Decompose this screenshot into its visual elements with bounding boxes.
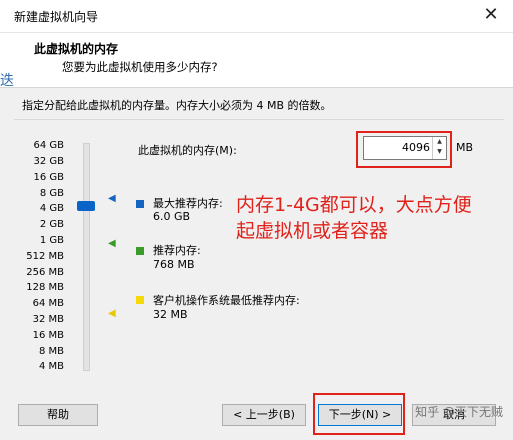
window-title: 新建虚拟机向导: [14, 10, 99, 24]
scale-tick: 32 GB: [33, 156, 64, 167]
scale-tick: 64 MB: [32, 298, 64, 309]
recommended-swatch: [136, 247, 144, 255]
back-button[interactable]: < 上一步(B): [222, 404, 306, 426]
scale-tick: 1 GB: [39, 235, 64, 246]
memory-slider-track[interactable]: [83, 143, 90, 371]
background-window-fragment: 迭: [0, 73, 14, 89]
min-recommended-swatch: [136, 296, 144, 304]
highlight-box: [356, 131, 452, 168]
max-recommended-label: 最大推荐内存:: [153, 197, 223, 210]
instruction-text: 指定分配给此虚拟机的内存量。内存大小必须为 4 MB 的倍数。: [22, 99, 332, 112]
wizard-content: 指定分配给此虚拟机的内存量。内存大小必须为 4 MB 的倍数。 64 GB 32…: [0, 88, 513, 390]
min-recommended-value: 32 MB: [153, 308, 188, 321]
wizard-header: 此虚拟机的内存 您要为此虚拟机使用多少内存?: [0, 33, 513, 88]
scale-tick: 8 GB: [39, 188, 64, 199]
page-subtitle: 您要为此虚拟机使用多少内存?: [62, 60, 218, 74]
page-title: 此虚拟机的内存: [34, 42, 119, 56]
max-recommended-swatch: [136, 200, 144, 208]
annotation-line: 起虚拟机或者容器: [236, 220, 389, 242]
memory-unit: MB: [456, 141, 474, 154]
help-button[interactable]: 帮助: [18, 404, 98, 426]
scale-tick: 64 GB: [33, 140, 64, 151]
scale-tick: 16 MB: [32, 330, 64, 341]
scale-tick: 4 MB: [38, 361, 64, 372]
recommended-label: 推荐内存:: [153, 244, 201, 257]
scale-tick: 4 GB: [39, 203, 64, 214]
recommended-value: 768 MB: [153, 258, 195, 271]
scale-tick: 256 MB: [26, 267, 64, 278]
highlight-box: [313, 393, 405, 435]
title-bar: 新建虚拟机向导 ✕: [0, 0, 513, 33]
divider: [14, 119, 504, 120]
annotation-text: 内存1-4G都可以，大点方便 起虚拟机或者容器: [236, 192, 506, 244]
max-recommended-value: 6.0 GB: [153, 210, 191, 223]
min-recommended-label: 客户机操作系统最低推荐内存:: [153, 294, 300, 307]
close-icon[interactable]: ✕: [469, 0, 513, 32]
scale-tick: 128 MB: [26, 282, 64, 293]
scale-tick: 8 MB: [38, 346, 64, 357]
annotation-line: 内存1-4G都可以，大点方便: [236, 194, 472, 216]
max-recommended-marker-icon: ◀: [108, 193, 116, 204]
scale-tick: 32 MB: [32, 314, 64, 325]
memory-label: 此虚拟机的内存(M):: [138, 144, 237, 157]
scale-tick: 16 GB: [33, 172, 64, 183]
min-recommended-marker-icon: ◀: [108, 308, 116, 319]
watermark: 知乎 @天下无贼: [415, 405, 503, 419]
scale-tick: 512 MB: [26, 251, 64, 262]
scale-tick: 2 GB: [39, 219, 64, 230]
memory-slider-thumb[interactable]: [77, 201, 95, 211]
recommended-marker-icon: ◀: [108, 238, 116, 249]
